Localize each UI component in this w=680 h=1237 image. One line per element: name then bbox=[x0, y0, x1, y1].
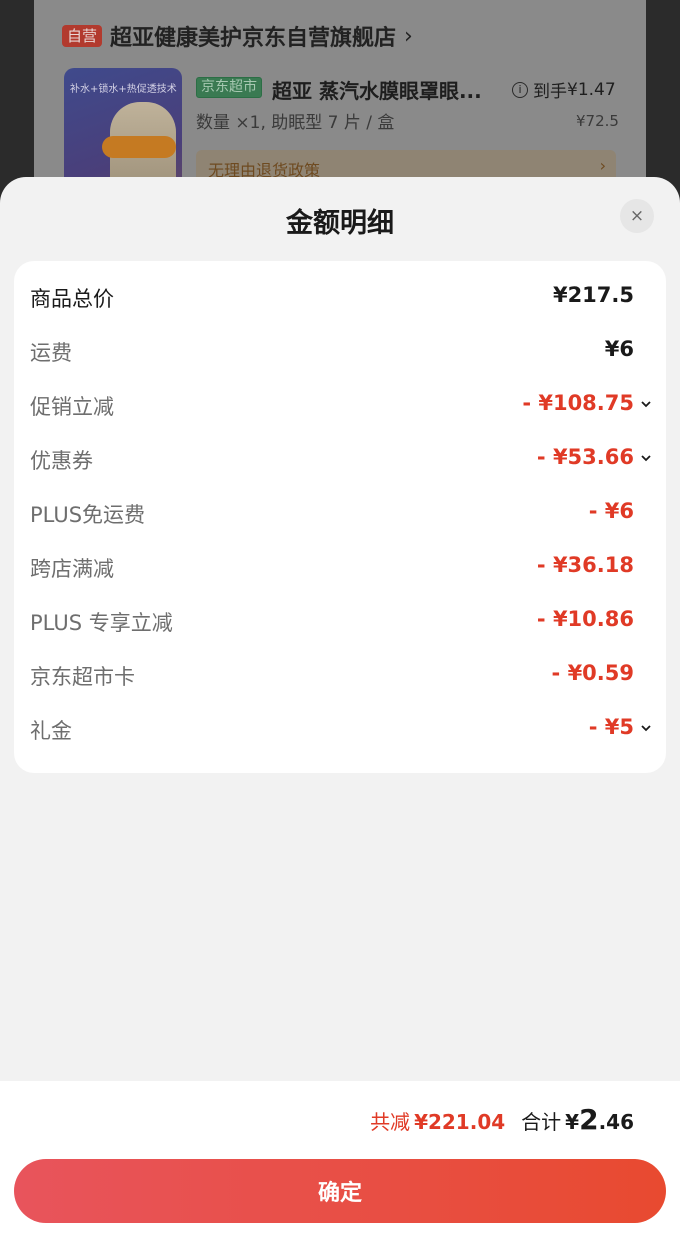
total-integer: 2 bbox=[579, 1103, 599, 1136]
amount-detail-card: 商品总价 ¥217.5 运费 ¥6 促销立减 - ¥108.75 优惠券 - ¥… bbox=[14, 261, 666, 773]
total-currency: ¥ bbox=[565, 1110, 580, 1134]
row-label: PLUS 专享立减 bbox=[30, 611, 173, 635]
row-value: ¥6 bbox=[604, 337, 634, 361]
row-label: 跨店满减 bbox=[30, 557, 114, 581]
sheet-title: 金额明细 bbox=[286, 208, 394, 239]
original-price: ¥72.5 bbox=[576, 112, 619, 130]
quantity-spec: 数量 ×1, 助眠型 7 片 / 盒 bbox=[196, 113, 395, 133]
chevron-down-icon[interactable] bbox=[640, 722, 652, 734]
row-value: - ¥6 bbox=[588, 499, 634, 523]
arrival-price[interactable]: i 到手 ¥1.47 bbox=[512, 77, 616, 102]
chevron-right-icon: › bbox=[599, 156, 606, 175]
close-button[interactable]: × bbox=[620, 199, 654, 233]
detail-row: 商品总价 ¥217.5 bbox=[30, 275, 652, 329]
saved-amount: ¥221.04 bbox=[414, 1110, 506, 1134]
row-value: ¥217.5 bbox=[552, 283, 634, 307]
total-decimal: .46 bbox=[598, 1110, 634, 1134]
total-label: 合计 bbox=[521, 1110, 562, 1134]
row-label: 促销立减 bbox=[30, 395, 114, 419]
arrival-label: 到手 bbox=[533, 82, 567, 102]
chevron-right-icon: › bbox=[404, 23, 413, 49]
row-label: 优惠券 bbox=[30, 449, 93, 473]
detail-row: 跨店满减 - ¥36.18 bbox=[30, 545, 652, 599]
info-icon: i bbox=[512, 81, 528, 98]
chevron-down-icon[interactable] bbox=[640, 452, 652, 464]
detail-row: PLUS免运费 - ¥6 bbox=[30, 491, 652, 545]
saved-label: 共减 bbox=[370, 1110, 411, 1134]
total-summary: 共减 ¥221.04 合计 ¥ 2 .46 bbox=[370, 1103, 634, 1136]
market-badge: 京东超市 bbox=[196, 77, 262, 98]
row-value: - ¥53.66 bbox=[536, 445, 634, 469]
row-label: 京东超市卡 bbox=[30, 665, 135, 689]
detail-row-expandable[interactable]: 促销立减 - ¥108.75 bbox=[30, 383, 652, 437]
detail-row-expandable[interactable]: 礼金 - ¥5 bbox=[30, 707, 652, 761]
detail-row-expandable[interactable]: 优惠券 - ¥53.66 bbox=[30, 437, 652, 491]
row-value: - ¥36.18 bbox=[536, 553, 634, 577]
amount-detail-sheet: 金额明细 × 商品总价 ¥217.5 运费 ¥6 促销立减 - ¥108.75 … bbox=[0, 177, 680, 1237]
product-title[interactable]: 超亚 蒸汽水膜眼罩眼... bbox=[272, 75, 482, 104]
confirm-button[interactable]: 确定 bbox=[14, 1159, 666, 1223]
store-name[interactable]: 超亚健康美护京东自营旗舰店 bbox=[110, 20, 396, 52]
thumbnail-text: 补水+锁水+热促透技术 bbox=[70, 84, 177, 95]
detail-row: 运费 ¥6 bbox=[30, 329, 652, 383]
row-label: 运费 bbox=[30, 341, 72, 365]
row-value: - ¥108.75 bbox=[522, 391, 634, 415]
row-label: 礼金 bbox=[30, 719, 72, 743]
row-label: PLUS免运费 bbox=[30, 503, 146, 527]
chevron-down-icon[interactable] bbox=[640, 398, 652, 410]
row-label: 商品总价 bbox=[30, 287, 114, 311]
close-icon: × bbox=[629, 206, 645, 226]
detail-row: PLUS 专享立减 - ¥10.86 bbox=[30, 599, 652, 653]
detail-row: 京东超市卡 - ¥0.59 bbox=[30, 653, 652, 707]
arrival-price-value: ¥1.47 bbox=[567, 79, 616, 100]
row-value: - ¥5 bbox=[588, 715, 634, 739]
row-value: - ¥10.86 bbox=[536, 607, 634, 631]
self-operated-badge: 自营 bbox=[62, 25, 103, 47]
thumbnail-eyemask-shape bbox=[102, 136, 176, 158]
row-value: - ¥0.59 bbox=[551, 661, 634, 685]
store-header[interactable]: 自营 超亚健康美护京东自营旗舰店 › bbox=[62, 20, 413, 52]
